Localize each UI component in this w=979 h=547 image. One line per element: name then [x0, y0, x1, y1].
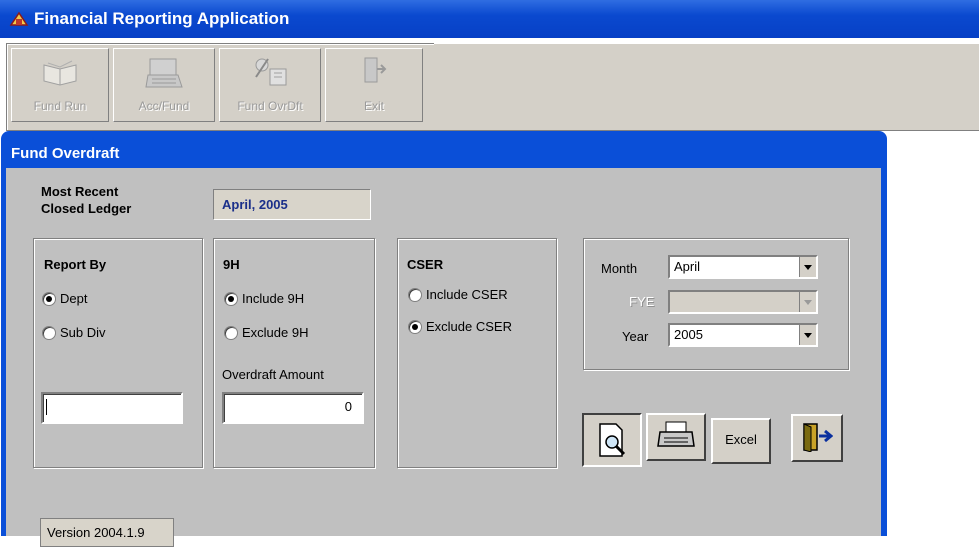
fund-ovrdft-label: Fund OvrDft: [237, 99, 303, 113]
month-dropdown-arrow-icon[interactable]: [799, 257, 816, 277]
calculator-icon: [145, 58, 183, 88]
version-box: Version 2004.1.9: [40, 518, 174, 547]
report-by-title: Report By: [44, 257, 107, 272]
year-select[interactable]: 2005: [668, 323, 818, 347]
radio-include-9h[interactable]: Include 9H: [224, 291, 304, 306]
overdraft-icon: [255, 58, 287, 86]
preview-button[interactable]: [582, 413, 642, 467]
excel-button-label: Excel: [725, 432, 757, 447]
radio-exclude-cser[interactable]: Exclude CSER: [408, 319, 512, 334]
month-select[interactable]: April: [668, 255, 818, 279]
fund-run-button[interactable]: Fund Run: [11, 48, 109, 122]
radio-dept[interactable]: Dept: [42, 291, 87, 306]
radio-exclude-cser-indicator[interactable]: [408, 319, 422, 334]
year-dropdown-arrow-icon[interactable]: [799, 325, 816, 345]
overdraft-amount-label: Overdraft Amount: [222, 367, 324, 382]
app-title: Financial Reporting Application: [34, 9, 290, 28]
window-title: Fund Overdraft: [11, 145, 120, 162]
report-by-input[interactable]: [41, 392, 183, 424]
acc-fund-label: Acc/Fund: [138, 99, 190, 113]
printer-icon: [657, 421, 695, 447]
month-select-value: April: [674, 259, 701, 274]
app-title-bar: Financial Reporting Application: [0, 0, 979, 38]
print-preview-icon: [599, 423, 626, 457]
fund-run-label: Fund Run: [33, 99, 87, 113]
exit-door-icon: [364, 57, 387, 83]
app-logo-icon: [9, 11, 29, 26]
period-group: Month April FYE Year 2005: [583, 238, 849, 370]
radio-dept-indicator[interactable]: [42, 291, 56, 306]
radio-sub-div-indicator[interactable]: [42, 325, 56, 340]
report-by-group: Report By Dept Sub Div: [33, 238, 203, 468]
fund-overdraft-window: Fund Overdraft Most Recent Closed Ledger…: [1, 131, 887, 547]
nine-h-title: 9H: [223, 257, 240, 272]
cser-group: CSER Include CSER Exclude CSER: [397, 238, 557, 468]
fund-ovrdft-button[interactable]: Fund OvrDft: [219, 48, 321, 122]
radio-include-9h-indicator[interactable]: [224, 291, 238, 306]
acc-fund-button[interactable]: Acc/Fund: [113, 48, 215, 122]
close-window-button[interactable]: [791, 414, 843, 462]
fye-select[interactable]: [668, 290, 818, 314]
ledger-label-line1: Most Recent: [41, 184, 119, 199]
excel-button[interactable]: Excel: [711, 418, 771, 464]
fye-label: FYE: [629, 294, 655, 309]
radio-include-cser-label: Include CSER: [426, 287, 508, 302]
radio-exclude-9h-label: Exclude 9H: [242, 325, 309, 340]
toolbar-empty-area: [434, 43, 979, 131]
radio-sub-div[interactable]: Sub Div: [42, 325, 106, 340]
open-book-icon: [43, 60, 77, 86]
radio-dept-label: Dept: [60, 291, 88, 306]
print-button[interactable]: [646, 413, 706, 461]
year-select-value: 2005: [674, 327, 703, 342]
exit-door-icon: [803, 423, 833, 452]
overdraft-amount-input[interactable]: 0: [222, 392, 364, 424]
fye-dropdown-arrow-icon[interactable]: [799, 292, 816, 312]
version-text: Version 2004.1.9: [47, 525, 145, 540]
window-body: Most Recent Closed Ledger April, 2005 Re…: [6, 168, 881, 547]
closed-ledger-field: April, 2005: [213, 189, 371, 220]
radio-exclude-9h[interactable]: Exclude 9H: [224, 325, 308, 340]
ledger-label-line2: Closed Ledger: [41, 201, 132, 216]
year-label: Year: [622, 329, 649, 344]
cser-title: CSER: [407, 257, 444, 272]
exit-toolbar-button[interactable]: Exit: [325, 48, 423, 122]
radio-include-9h-label: Include 9H: [242, 291, 305, 306]
text-caret: [46, 399, 47, 415]
exit-label: Exit: [363, 99, 384, 113]
month-label: Month: [601, 261, 638, 276]
radio-include-cser[interactable]: Include CSER: [408, 287, 508, 302]
radio-exclude-cser-label: Exclude CSER: [426, 319, 512, 334]
main-toolbar: Fund Run Acc/Fund Fund OvrDft Exit: [6, 43, 436, 131]
closed-ledger-value: April, 2005: [222, 197, 288, 212]
nine-h-group: 9H Include 9H Exclude 9H Overdraft Amoun…: [213, 238, 375, 468]
overdraft-amount-value: 0: [344, 399, 352, 414]
radio-exclude-9h-indicator[interactable]: [224, 325, 238, 340]
radio-sub-div-label: Sub Div: [60, 325, 106, 340]
radio-include-cser-indicator[interactable]: [408, 287, 422, 302]
